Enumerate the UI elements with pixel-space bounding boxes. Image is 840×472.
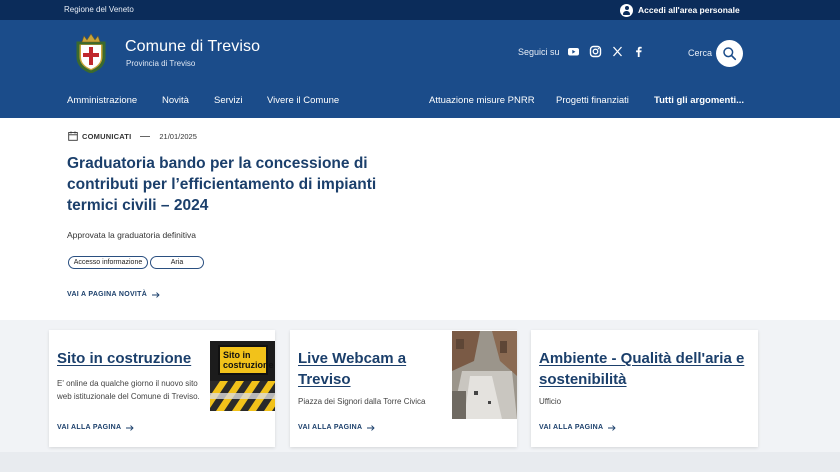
search-label: Cerca [688,48,713,58]
site-title[interactable]: Comune di Treviso [125,38,260,56]
card-link[interactable]: VAI ALLA PAGINA [298,424,376,431]
card-link-label: VAI ALLA PAGINA [298,424,363,431]
more-news-link[interactable]: VAI A PAGINA NOVITÀ [67,291,160,298]
nav-item-progetti-finanziati[interactable]: Progetti finanziati [556,95,629,106]
card-link-label: VAI ALLA PAGINA [57,424,122,431]
user-icon [620,3,633,17]
article-meta: COMUNICATI 21/01/2025 [68,131,197,141]
search-icon [723,47,737,61]
site-subtitle: Provincia di Treviso [126,59,196,68]
arrow-right-icon [126,424,135,431]
arrow-right-icon [608,424,617,431]
nav-item-amministrazione[interactable]: Amministrazione [67,95,137,106]
card-text: Ufficio [539,397,562,406]
arrow-right-icon [367,424,376,431]
construction-sign-image: Sito in costruzione [210,341,275,411]
card-text: E' online da qualche giorno il nuovo sit… [57,379,200,401]
card-link[interactable]: VAI ALLA PAGINA [57,424,135,431]
nav-item-tutti-gli-argomenti[interactable]: Tutti gli argomenti... [654,95,744,106]
instagram-icon[interactable] [589,45,602,58]
tag-chip-accesso-informazione[interactable]: Accesso informazione [68,256,148,269]
search-button[interactable] [716,40,743,67]
site-header: Comune di Treviso Provincia di Treviso S… [0,20,840,118]
card-title[interactable]: Live Webcam a Treviso [298,348,438,390]
construction-sign-board: Sito in costruzione [218,345,274,375]
meta-divider [140,135,151,137]
article-summary: Approvata la graduatoria definitiva [67,230,196,240]
nav-item-vivere-il-comune[interactable]: Vivere il Comune [267,95,339,106]
nav-item-servizi[interactable]: Servizi [214,95,243,106]
article-category[interactable]: COMUNICATI [82,132,131,141]
nav-item-novita[interactable]: Novità [162,95,189,106]
youtube-icon[interactable] [567,45,580,58]
card-link-label: VAI ALLA PAGINA [539,424,604,431]
sign-text-line1: Sito in [223,350,251,360]
band-footer-strip [0,452,840,472]
card-title[interactable]: Ambiente - Qualità dell'aria e sostenibi… [539,348,754,390]
login-link[interactable]: Accedi all'area personale [620,0,740,20]
article-title[interactable]: Graduatoria bando per la concessione di … [67,153,427,216]
city-crest-icon[interactable] [74,33,108,73]
x-icon[interactable] [611,45,624,58]
top-bar: Regione del Veneto Accedi all'area perso… [0,0,840,20]
region-link[interactable]: Regione del Veneto [64,5,134,14]
card-ambiente[interactable]: Ambiente - Qualità dell'aria e sostenibi… [531,330,758,447]
facebook-icon[interactable] [632,45,645,58]
nav-item-pnrr[interactable]: Attuazione misure PNRR [429,95,535,106]
arrow-right-icon [152,291,160,298]
card-title[interactable]: Sito in costruzione [57,348,191,369]
login-label: Accedi all'area personale [638,5,740,15]
article-date: 21/01/2025 [159,131,197,141]
webcam-image [452,331,517,419]
calendar-icon [68,131,78,141]
card-link[interactable]: VAI ALLA PAGINA [539,424,617,431]
card-text: Piazza dei Signori dalla Torre Civica [298,397,426,406]
more-news-label: VAI A PAGINA NOVITÀ [67,291,148,298]
sign-text-line2: costruzione [223,360,274,370]
follow-label: Seguici su [518,47,560,57]
tag-chip-aria[interactable]: Aria [150,256,204,269]
